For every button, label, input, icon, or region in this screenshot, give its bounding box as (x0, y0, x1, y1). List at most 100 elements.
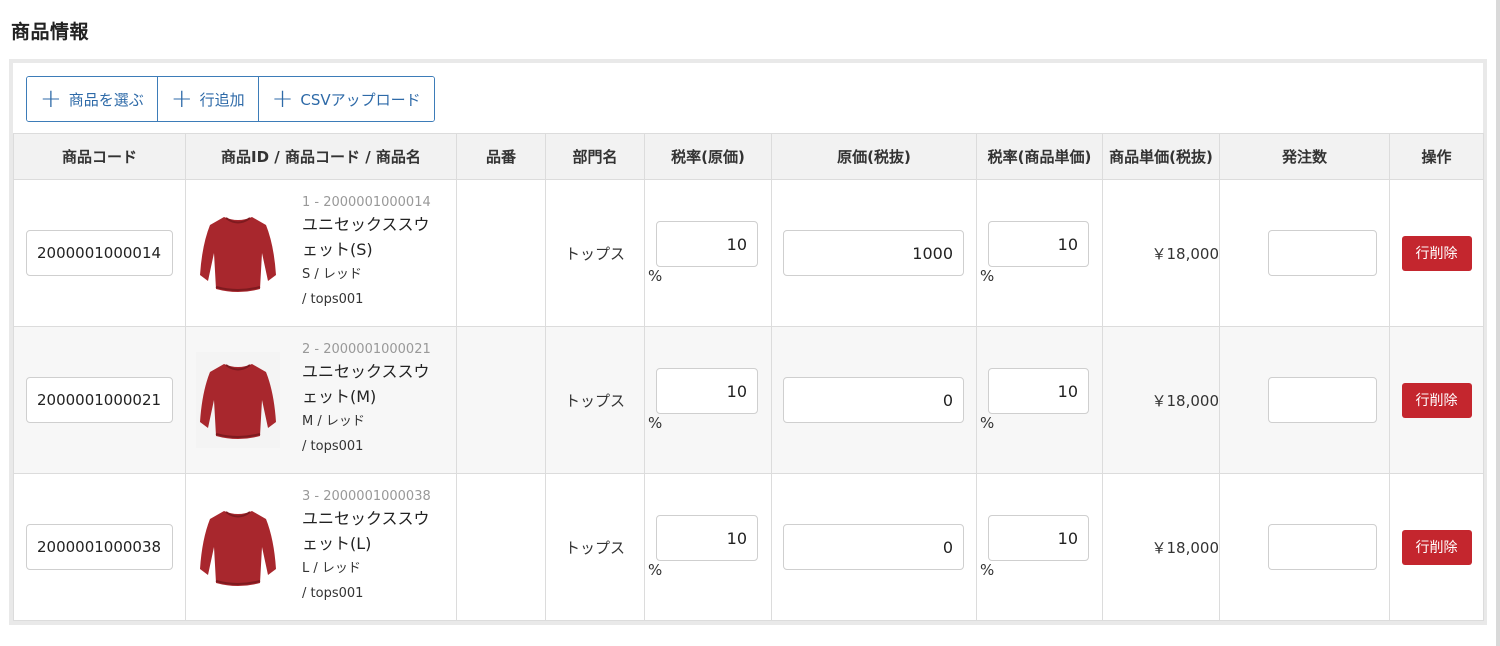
product-thumbnail (196, 352, 280, 448)
product-variant: L / レッド (302, 561, 361, 576)
product-name: ユニセックススウェット(M) (302, 362, 430, 406)
product-code-input[interactable] (26, 377, 173, 423)
tax-cost-cell: % (644, 326, 772, 474)
add-row-button[interactable]: + 行追加 (157, 77, 259, 121)
cost-input[interactable] (783, 230, 964, 276)
cost-input[interactable] (783, 524, 964, 570)
department-cell: トップス (545, 473, 645, 621)
cost-cell (771, 179, 977, 327)
delete-row-button[interactable]: 行削除 (1401, 235, 1472, 271)
plus-icon: + (40, 84, 62, 114)
product-info-cell: 1 - 2000001000014 ユニセックススウェット(S) S / レッド… (185, 179, 457, 327)
plus-icon: + (170, 84, 193, 114)
red-sweater-image (200, 217, 276, 292)
col-header-cost: 原価(税抜) (771, 133, 977, 180)
order-qty-input[interactable] (1268, 230, 1377, 276)
red-sweater-image (200, 511, 276, 586)
col-header-part-number: 品番 (456, 133, 546, 180)
plus-icon: + (271, 84, 294, 114)
product-id-line: 3 - 2000001000038 (302, 489, 431, 504)
order-qty-cell (1219, 473, 1390, 621)
percent-label: % (648, 267, 663, 285)
product-id-line: 1 - 2000001000014 (302, 195, 431, 210)
part-number-cell (456, 326, 546, 474)
col-header-tax-price: 税率(商品単価) (976, 133, 1103, 180)
tax-price-cell: % (976, 179, 1103, 327)
section-title: 商品情報 (11, 21, 90, 43)
cost-cell (771, 473, 977, 621)
actions-cell: 行削除 (1389, 179, 1484, 327)
unit-price-cell: ￥18,000 (1102, 326, 1220, 474)
order-qty-input[interactable] (1268, 377, 1377, 423)
tax-cost-cell: % (644, 473, 772, 621)
tax-cost-input[interactable] (656, 221, 758, 267)
cost-input[interactable] (783, 377, 964, 423)
product-panel: + 商品を選ぶ + 行追加 + CSVアップロード 商品コード 商品ID / 商… (9, 59, 1487, 625)
actions-cell: 行削除 (1389, 326, 1484, 474)
part-number-cell (456, 473, 546, 621)
product-thumbnail (196, 205, 280, 301)
toolbar: + 商品を選ぶ + 行追加 + CSVアップロード (26, 76, 435, 122)
unit-price-cell: ￥18,000 (1102, 473, 1220, 621)
window-edge (1496, 0, 1500, 646)
table-row: 3 - 2000001000038 ユニセックススウェット(L) L / レッド… (13, 473, 1484, 621)
col-header-tax-cost: 税率(原価) (644, 133, 772, 180)
csv-upload-button[interactable]: + CSVアップロード (258, 77, 434, 121)
table-header-row: 商品コード 商品ID / 商品コード / 商品名 品番 部門名 税率(原価) 原… (13, 133, 1484, 180)
order-qty-input[interactable] (1268, 524, 1377, 570)
tax-price-input[interactable] (988, 368, 1089, 414)
percent-label: % (980, 414, 995, 432)
code-cell (13, 179, 186, 327)
product-info-cell: 2 - 2000001000021 ユニセックススウェット(M) M / レッド… (185, 326, 457, 474)
percent-label: % (980, 561, 995, 579)
add-row-label: 行追加 (199, 90, 245, 109)
product-variant: M / レッド (302, 414, 365, 429)
product-sku: / tops001 (302, 439, 364, 454)
department-cell: トップス (545, 179, 645, 327)
csv-upload-label: CSVアップロード (300, 90, 421, 109)
product-name: ユニセックススウェット(S) (302, 215, 430, 259)
tax-cost-cell: % (644, 179, 772, 327)
tax-price-input[interactable] (988, 515, 1089, 561)
department-cell: トップス (545, 326, 645, 474)
percent-label: % (648, 561, 663, 579)
tax-price-cell: % (976, 326, 1103, 474)
unit-price-cell: ￥18,000 (1102, 179, 1220, 327)
col-header-unit-price: 商品単価(税抜) (1102, 133, 1220, 180)
part-number-cell (456, 179, 546, 327)
order-qty-cell (1219, 179, 1390, 327)
select-products-button[interactable]: + 商品を選ぶ (27, 77, 158, 121)
product-code-input[interactable] (26, 524, 173, 570)
code-cell (13, 326, 186, 474)
order-qty-cell (1219, 326, 1390, 474)
tax-cost-input[interactable] (656, 368, 758, 414)
tax-price-cell: % (976, 473, 1103, 621)
percent-label: % (648, 414, 663, 432)
product-panel-inner: + 商品を選ぶ + 行追加 + CSVアップロード 商品コード 商品ID / 商… (13, 63, 1484, 621)
code-cell (13, 473, 186, 621)
delete-row-button[interactable]: 行削除 (1401, 382, 1472, 418)
product-variant: S / レッド (302, 267, 362, 282)
table-row: 2 - 2000001000021 ユニセックススウェット(M) M / レッド… (13, 326, 1484, 474)
table-row: 1 - 2000001000014 ユニセックススウェット(S) S / レッド… (13, 179, 1484, 327)
col-header-department: 部門名 (545, 133, 645, 180)
tax-price-input[interactable] (988, 221, 1089, 267)
col-header-order-qty: 発注数 (1219, 133, 1390, 180)
delete-row-button[interactable]: 行削除 (1401, 529, 1472, 565)
product-id-line: 2 - 2000001000021 (302, 342, 431, 357)
percent-label: % (980, 267, 995, 285)
product-thumbnail (196, 499, 280, 595)
actions-cell: 行削除 (1389, 473, 1484, 621)
product-code-input[interactable] (26, 230, 173, 276)
col-header-product-code: 商品コード (13, 133, 186, 180)
product-sku: / tops001 (302, 586, 364, 601)
product-name: ユニセックススウェット(L) (302, 509, 430, 553)
select-products-label: 商品を選ぶ (68, 90, 144, 109)
tax-cost-input[interactable] (656, 515, 758, 561)
cost-cell (771, 326, 977, 474)
product-info-cell: 3 - 2000001000038 ユニセックススウェット(L) L / レッド… (185, 473, 457, 621)
product-table: 商品コード 商品ID / 商品コード / 商品名 品番 部門名 税率(原価) 原… (13, 133, 1484, 621)
product-sku: / tops001 (302, 292, 364, 307)
red-sweater-image (200, 364, 276, 439)
col-header-actions: 操作 (1389, 133, 1484, 180)
